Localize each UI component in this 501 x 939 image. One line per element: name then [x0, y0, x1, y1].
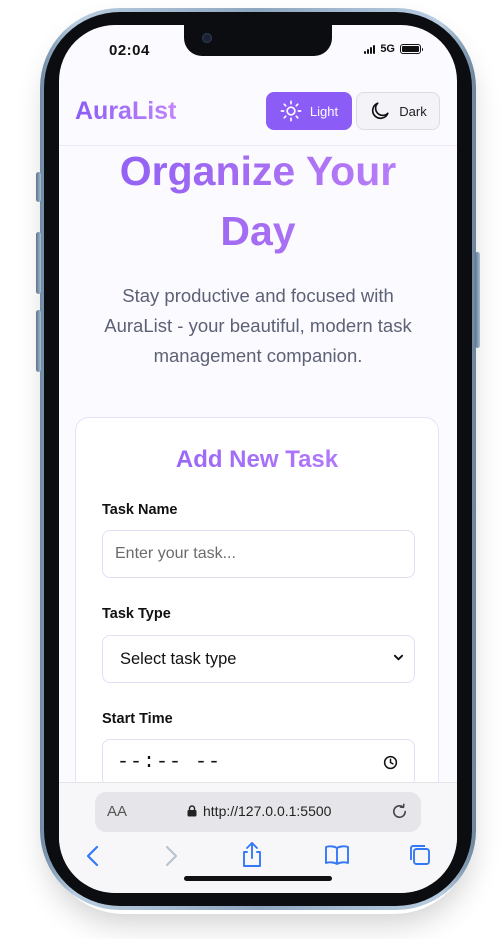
task-type-select[interactable]: Select task type	[102, 635, 415, 683]
mute-switch	[36, 172, 41, 202]
task-type-value: Select task type	[120, 650, 237, 668]
start-time-value: --:-- --	[117, 751, 222, 774]
battery-icon	[400, 44, 423, 54]
hero-title-line1: Organize Your	[119, 148, 397, 194]
tabs-icon[interactable]	[408, 843, 432, 867]
reload-icon[interactable]	[390, 802, 409, 821]
status-indicators: 5G	[364, 43, 423, 55]
dark-theme-button[interactable]: Dark	[356, 92, 440, 130]
reader-aa-button[interactable]: AA	[107, 803, 127, 820]
start-time-label: Start Time	[102, 711, 173, 727]
card-title: Add New Task	[76, 446, 438, 474]
network-label: 5G	[380, 43, 395, 55]
start-time-input[interactable]: --:-- --	[102, 739, 415, 787]
status-time: 02:04	[109, 42, 150, 59]
moon-icon	[372, 102, 389, 120]
signal-icon	[364, 44, 376, 54]
task-name-label: Task Name	[102, 502, 178, 518]
sun-icon	[280, 100, 302, 122]
url-display[interactable]: http://127.0.0.1:5500	[187, 803, 331, 819]
home-indicator	[184, 876, 332, 881]
task-name-input[interactable]	[103, 531, 414, 577]
url-text: http://127.0.0.1:5500	[203, 803, 332, 819]
forward-icon[interactable]	[163, 845, 179, 867]
light-theme-button[interactable]: Light	[266, 92, 352, 130]
hero-title-line2: Day	[220, 208, 296, 254]
add-task-card: Add New Task Task Name Task Type Select …	[75, 417, 439, 837]
task-name-field[interactable]	[102, 530, 415, 578]
power-button	[475, 252, 480, 348]
address-bar[interactable]: AA http://127.0.0.1:5500	[95, 792, 421, 832]
dark-label: Dark	[399, 103, 427, 119]
notch	[184, 25, 332, 56]
brand-logo[interactable]: AuraList	[75, 97, 176, 126]
hero-title: Organize Your Day	[59, 145, 457, 258]
clock-icon[interactable]	[383, 755, 398, 770]
bookmarks-icon[interactable]	[324, 844, 350, 866]
volume-up-button	[36, 232, 41, 294]
task-type-label: Task Type	[102, 606, 171, 622]
volume-down-button	[36, 310, 41, 372]
back-icon[interactable]	[85, 845, 101, 867]
browser-toolbar: AA http://127.0.0.1:5500	[59, 782, 457, 893]
share-icon[interactable]	[240, 841, 264, 869]
front-camera	[202, 33, 212, 43]
light-label: Light	[309, 103, 339, 119]
chevron-down-icon	[393, 654, 404, 661]
phone-screen: 02:04 5G AuraList Light Dark Organize Yo…	[59, 25, 457, 893]
app-header: AuraList Light Dark	[59, 85, 457, 146]
hero-subtitle: Stay productive and focused with AuraLis…	[104, 285, 412, 366]
lock-icon	[187, 805, 197, 817]
